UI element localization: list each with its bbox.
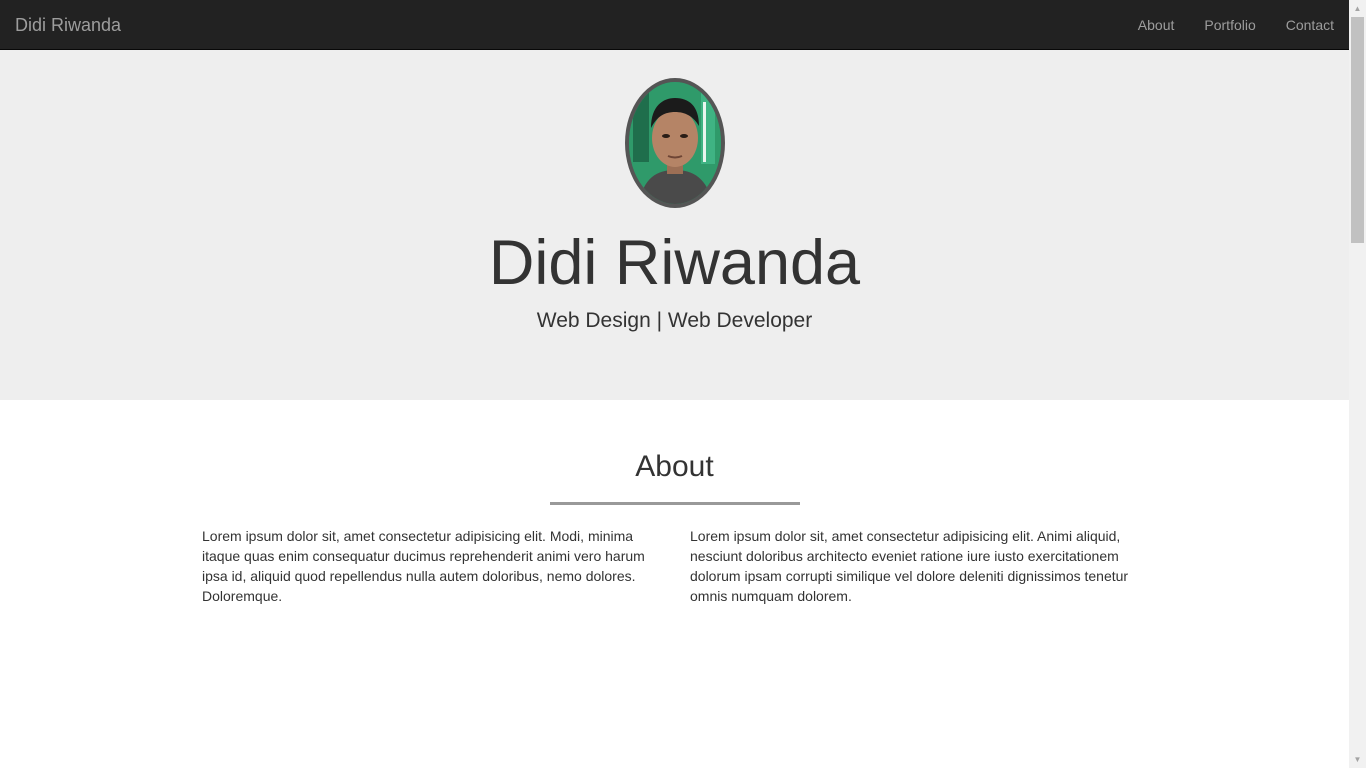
about-paragraph-left: Lorem ipsum dolor sit, amet consectetur … xyxy=(202,528,645,604)
nav-link-contact[interactable]: Contact xyxy=(1271,0,1349,50)
hero-name: Didi Riwanda xyxy=(488,228,861,298)
page: Didi Riwanda About Portfolio Contact Did… xyxy=(0,0,1349,768)
hero-section: Didi Riwanda Web Design | Web Developer xyxy=(0,50,1349,400)
brand-link[interactable]: Didi Riwanda xyxy=(15,15,121,35)
arrow-up-icon[interactable]: ▲ xyxy=(1349,0,1366,17)
scrollbar-thumb[interactable] xyxy=(1351,17,1364,243)
nav-link-portfolio[interactable]: Portfolio xyxy=(1189,0,1270,50)
about-paragraph-right: Lorem ipsum dolor sit, amet consectetur … xyxy=(690,528,1129,604)
about-title: About xyxy=(635,450,714,483)
nav-item-about: About xyxy=(1123,0,1190,50)
vertical-scrollbar[interactable]: ▲ ▼ xyxy=(1349,0,1366,768)
nav-item-portfolio: Portfolio xyxy=(1189,0,1270,50)
profile-photo-illustration xyxy=(629,82,721,204)
about-divider xyxy=(550,502,800,505)
hero-subtitle: Web Design | Web Developer xyxy=(536,309,813,332)
nav-link-about[interactable]: About xyxy=(1123,0,1190,50)
profile-photo xyxy=(625,78,725,208)
arrow-down-icon[interactable]: ▼ xyxy=(1349,751,1366,768)
navbar: Didi Riwanda About Portfolio Contact xyxy=(0,0,1349,50)
nav-item-contact: Contact xyxy=(1271,0,1349,50)
nav-menu: About Portfolio Contact xyxy=(1123,0,1349,50)
